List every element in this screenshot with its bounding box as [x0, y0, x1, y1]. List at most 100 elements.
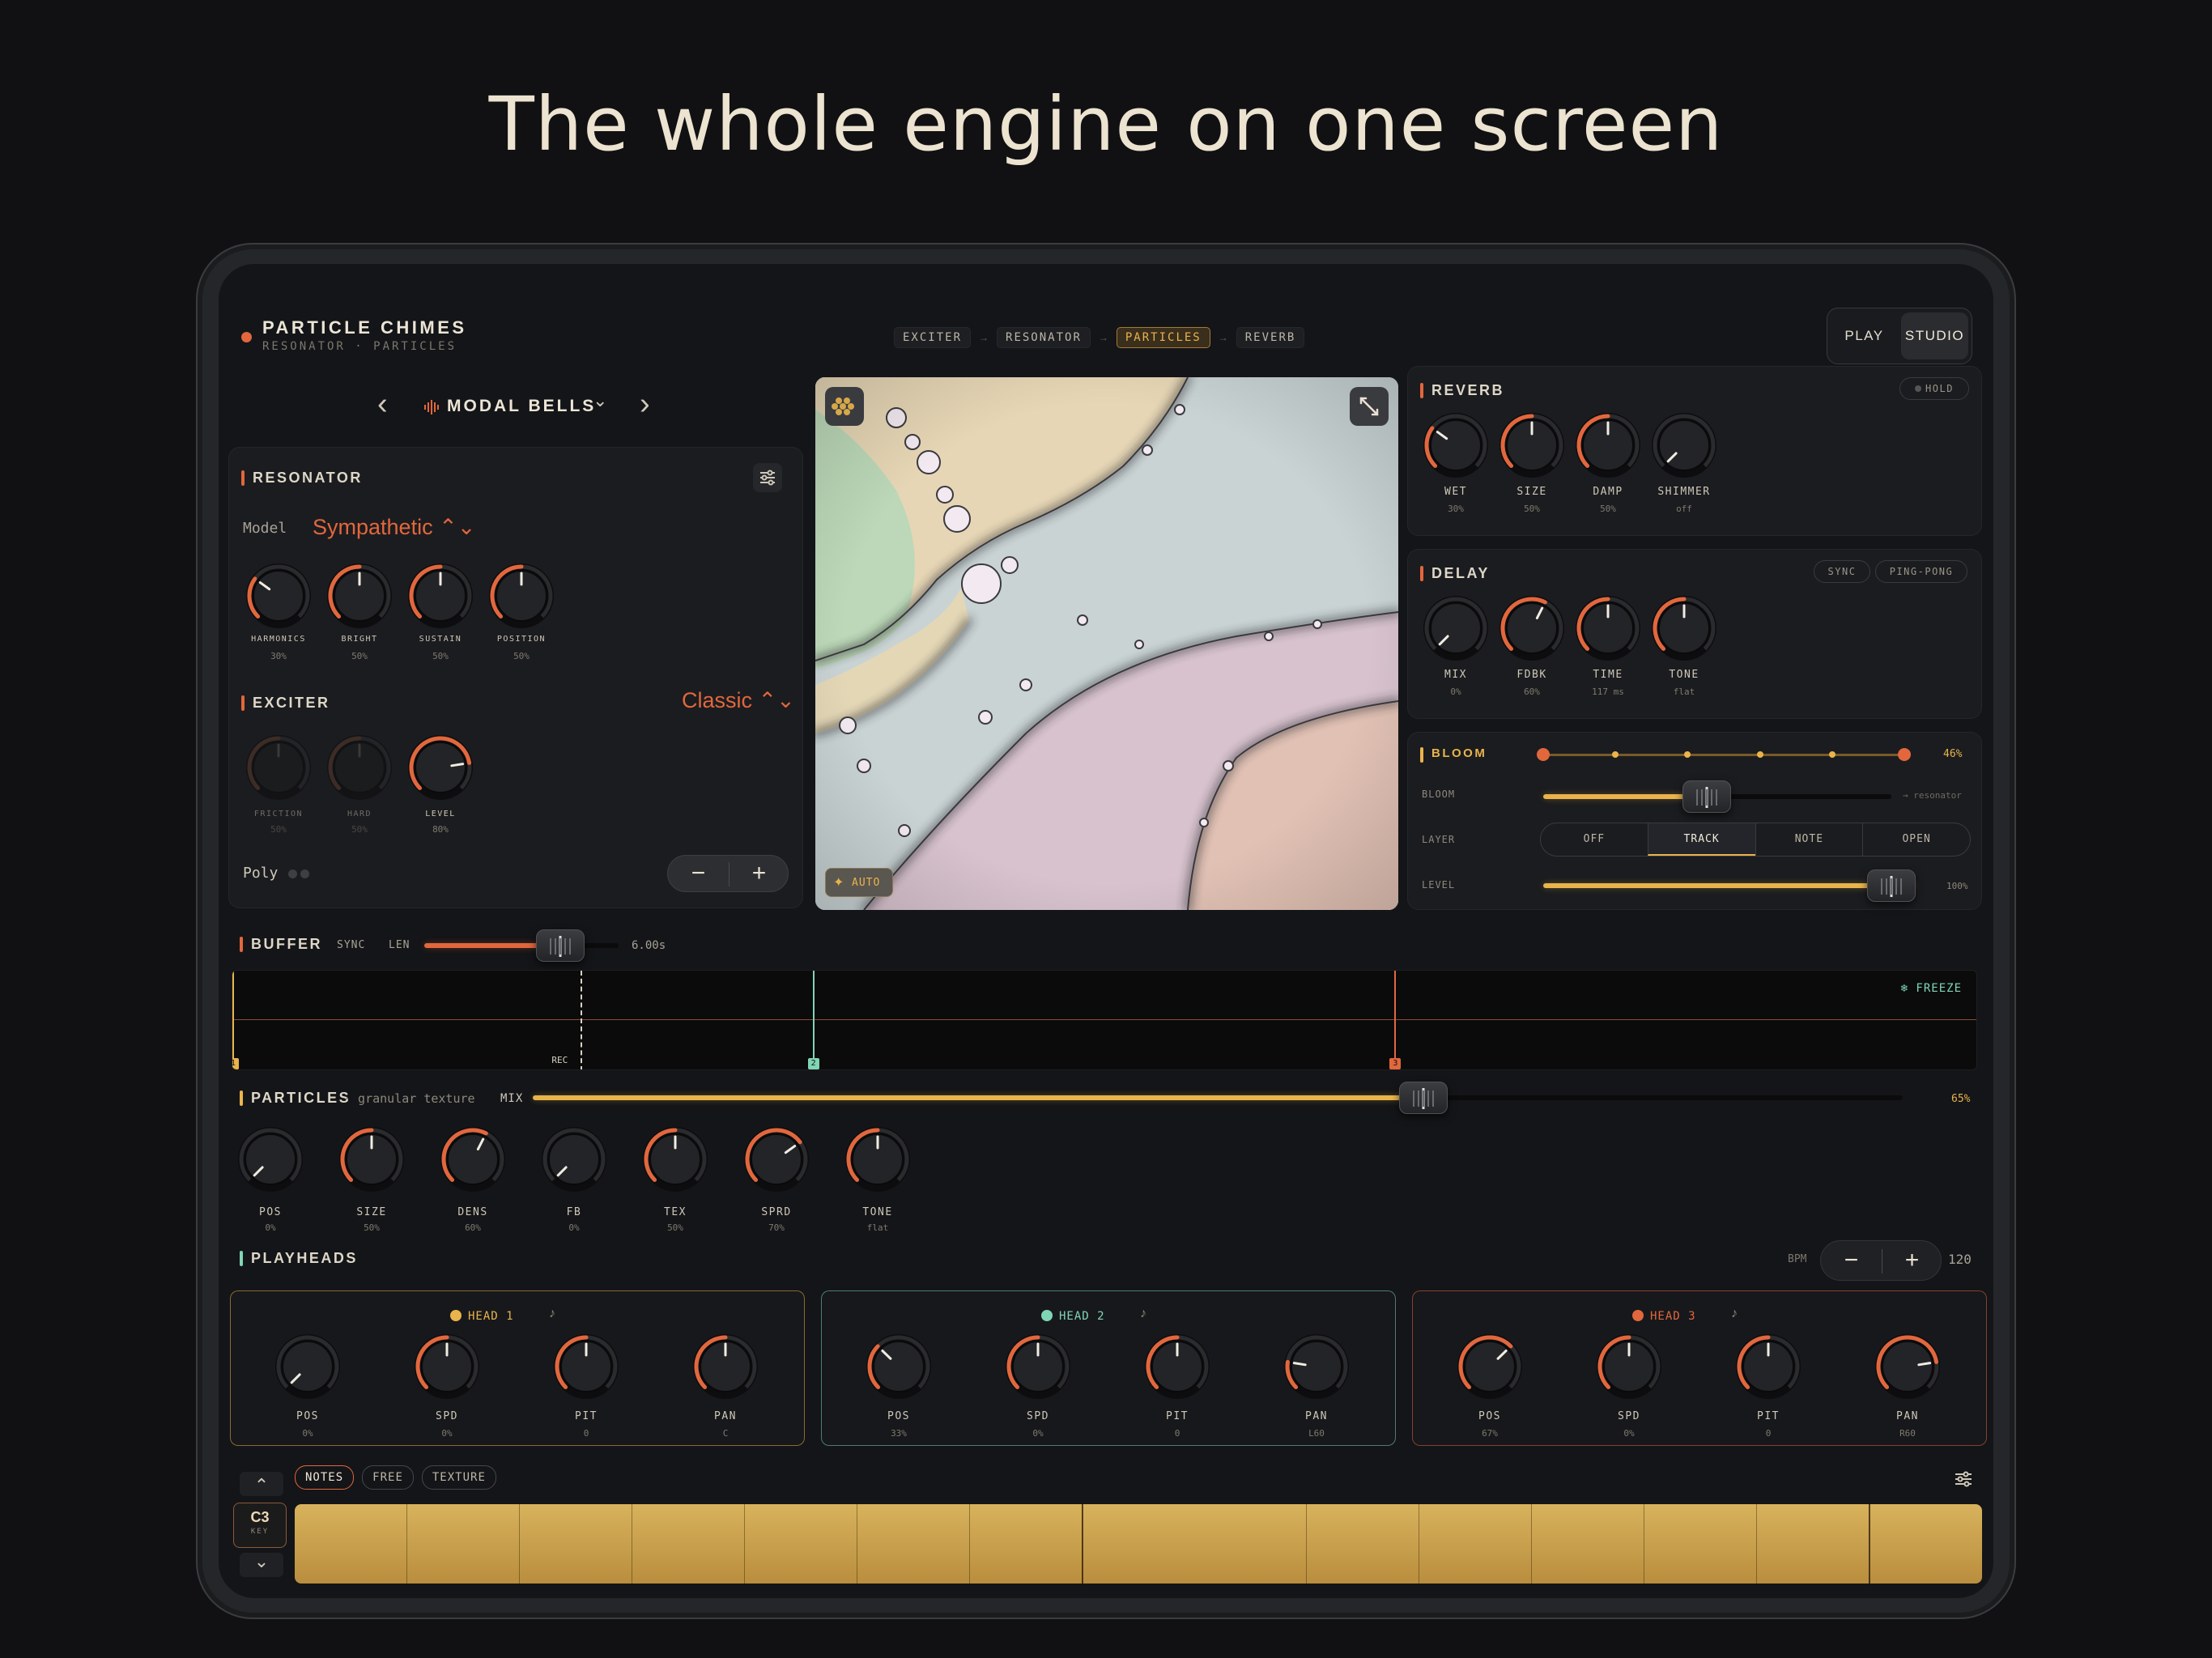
head-1-pos-knob[interactable] [274, 1333, 342, 1401]
keyboard-tab-free[interactable]: FREE [362, 1465, 414, 1490]
head-3-spd-knob[interactable] [1595, 1333, 1663, 1401]
head-1-spd-knob[interactable] [413, 1333, 481, 1401]
voice-plus-button[interactable]: + [729, 856, 789, 893]
keyboard-tab-notes[interactable]: NOTES [295, 1465, 355, 1490]
chain-particles[interactable]: PARTICLES [1116, 327, 1210, 348]
buffer-sync-button[interactable]: SYNC [337, 939, 365, 951]
layer-option-off[interactable]: OFF [1541, 823, 1648, 856]
head-2-pos-knob[interactable] [865, 1333, 933, 1401]
exciter-level-knob[interactable] [406, 733, 474, 801]
delay-time-knob[interactable] [1574, 594, 1642, 662]
head-3-pan-knob[interactable] [1874, 1333, 1942, 1401]
auto-button[interactable]: ✦ AUTO [825, 868, 893, 897]
piano-key[interactable] [857, 1504, 970, 1584]
mode-play-button[interactable]: PLAY [1831, 312, 1898, 359]
piano-key[interactable] [1757, 1504, 1870, 1584]
head-1-note-icon[interactable]: ♪ [549, 1307, 555, 1321]
preset-name[interactable]: MODAL BELLS [447, 397, 596, 416]
poly-toggle[interactable] [288, 869, 313, 879]
piano-key[interactable] [1194, 1504, 1308, 1584]
particles-fb-knob[interactable] [540, 1125, 608, 1193]
head-2-spd-knob[interactable] [1004, 1333, 1072, 1401]
preset-dropdown-chevron-icon[interactable]: ⌄ [593, 390, 607, 411]
piano-key[interactable] [1083, 1504, 1195, 1584]
bloom-amount-slider[interactable] [1537, 746, 1911, 763]
particles-size-knob[interactable] [338, 1125, 406, 1193]
piano-key[interactable] [295, 1504, 407, 1584]
preset-next-button[interactable]: › [640, 387, 650, 422]
particles-pos-knob[interactable] [236, 1125, 304, 1193]
piano-key[interactable] [1307, 1504, 1420, 1584]
exciter-hard-knob[interactable] [325, 733, 393, 801]
reverb-wet-knob[interactable] [1422, 411, 1490, 479]
buffer-length-fader[interactable] [424, 929, 619, 962]
hold-button[interactable]: HOLD [1899, 377, 1969, 400]
delay-pingpong-button[interactable]: PING-PONG [1875, 560, 1967, 583]
particles-tone-knob[interactable] [844, 1125, 912, 1193]
keyboard-settings-button[interactable] [1951, 1467, 1976, 1491]
resonator-position-knob[interactable] [487, 562, 555, 630]
len-fader-thumb[interactable] [536, 929, 585, 962]
piano-key[interactable] [1870, 1504, 1982, 1584]
delay-mix-knob[interactable] [1422, 594, 1490, 662]
resonator-model-select[interactable]: Sympathetic ⌃⌄ [313, 515, 475, 540]
layer-option-note[interactable]: NOTE [1755, 823, 1863, 856]
head-2-note-icon[interactable]: ♪ [1140, 1307, 1146, 1321]
delay-sync-button[interactable]: SYNC [1814, 560, 1870, 583]
buffer-playhead-1[interactable] [232, 971, 234, 1069]
particles-mix-fader[interactable] [533, 1082, 1903, 1114]
particles-sprd-knob[interactable] [742, 1125, 810, 1193]
exciter-friction-knob[interactable] [245, 733, 313, 801]
buffer-waveform[interactable]: ❄ FREEZE REC 1 2 3 [232, 970, 1977, 1070]
reverb-shimmer-knob[interactable] [1650, 411, 1718, 479]
visualizer-mode-button[interactable] [825, 387, 864, 426]
octave-up-button[interactable]: ⌃ [240, 1472, 283, 1496]
bloom-level-fader[interactable] [1543, 869, 1916, 902]
chain-exciter[interactable]: EXCITER [894, 327, 972, 348]
preset-prev-button[interactable]: ‹ [377, 387, 388, 422]
piano-key[interactable] [407, 1504, 520, 1584]
piano-key[interactable] [632, 1504, 745, 1584]
reverb-damp-knob[interactable] [1574, 411, 1642, 479]
mix-fader-thumb[interactable] [1398, 1082, 1448, 1114]
bloom-fader[interactable] [1543, 780, 1891, 813]
resonator-bright-knob[interactable] [325, 562, 393, 630]
head-2-pit-knob[interactable] [1143, 1333, 1211, 1401]
particle-visualizer[interactable]: ✦ AUTO [815, 377, 1398, 910]
chain-resonator[interactable]: RESONATOR [997, 327, 1091, 348]
bloom-fader-thumb[interactable] [1682, 780, 1732, 813]
head-3-note-icon[interactable]: ♪ [1731, 1307, 1738, 1321]
exciter-type-select[interactable]: Classic ⌃⌄ [682, 688, 795, 713]
delay-tone-knob[interactable] [1650, 594, 1718, 662]
chain-reverb[interactable]: REVERB [1236, 327, 1305, 348]
visualizer-expand-button[interactable] [1350, 387, 1389, 426]
voice-minus-button[interactable]: − [668, 856, 729, 893]
bpm-minus-button[interactable]: − [1821, 1241, 1882, 1282]
mode-studio-button[interactable]: STUDIO [1901, 312, 1968, 359]
octave-down-button[interactable]: ⌄ [240, 1553, 283, 1577]
head-3-pit-knob[interactable] [1734, 1333, 1802, 1401]
bpm-plus-button[interactable]: + [1882, 1241, 1942, 1282]
piano-key[interactable] [520, 1504, 632, 1584]
keyboard-tab-texture[interactable]: TEXTURE [421, 1465, 496, 1490]
layer-option-track[interactable]: TRACK [1647, 823, 1755, 856]
reverb-size-knob[interactable] [1498, 411, 1566, 479]
level-fader-thumb[interactable] [1867, 869, 1916, 902]
resonator-settings-button[interactable] [753, 463, 782, 492]
head-1-pit-knob[interactable] [552, 1333, 620, 1401]
piano-key[interactable] [1644, 1504, 1758, 1584]
buffer-playhead-3[interactable] [1394, 971, 1397, 1069]
piano-key[interactable] [745, 1504, 857, 1584]
head-3-pos-knob[interactable] [1456, 1333, 1524, 1401]
piano-key[interactable] [1419, 1504, 1533, 1584]
delay-fdbk-knob[interactable] [1498, 594, 1566, 662]
buffer-playhead-2[interactable] [812, 971, 815, 1069]
layer-option-open[interactable]: OPEN [1862, 823, 1970, 856]
particles-dens-knob[interactable] [439, 1125, 507, 1193]
head-1-pan-knob[interactable] [691, 1333, 759, 1401]
head-2-pan-knob[interactable] [1283, 1333, 1351, 1401]
piano-key[interactable] [1532, 1504, 1645, 1584]
particles-tex-knob[interactable] [641, 1125, 709, 1193]
resonator-sustain-knob[interactable] [406, 562, 474, 630]
freeze-button[interactable]: ❄ FREEZE [1901, 982, 1962, 995]
